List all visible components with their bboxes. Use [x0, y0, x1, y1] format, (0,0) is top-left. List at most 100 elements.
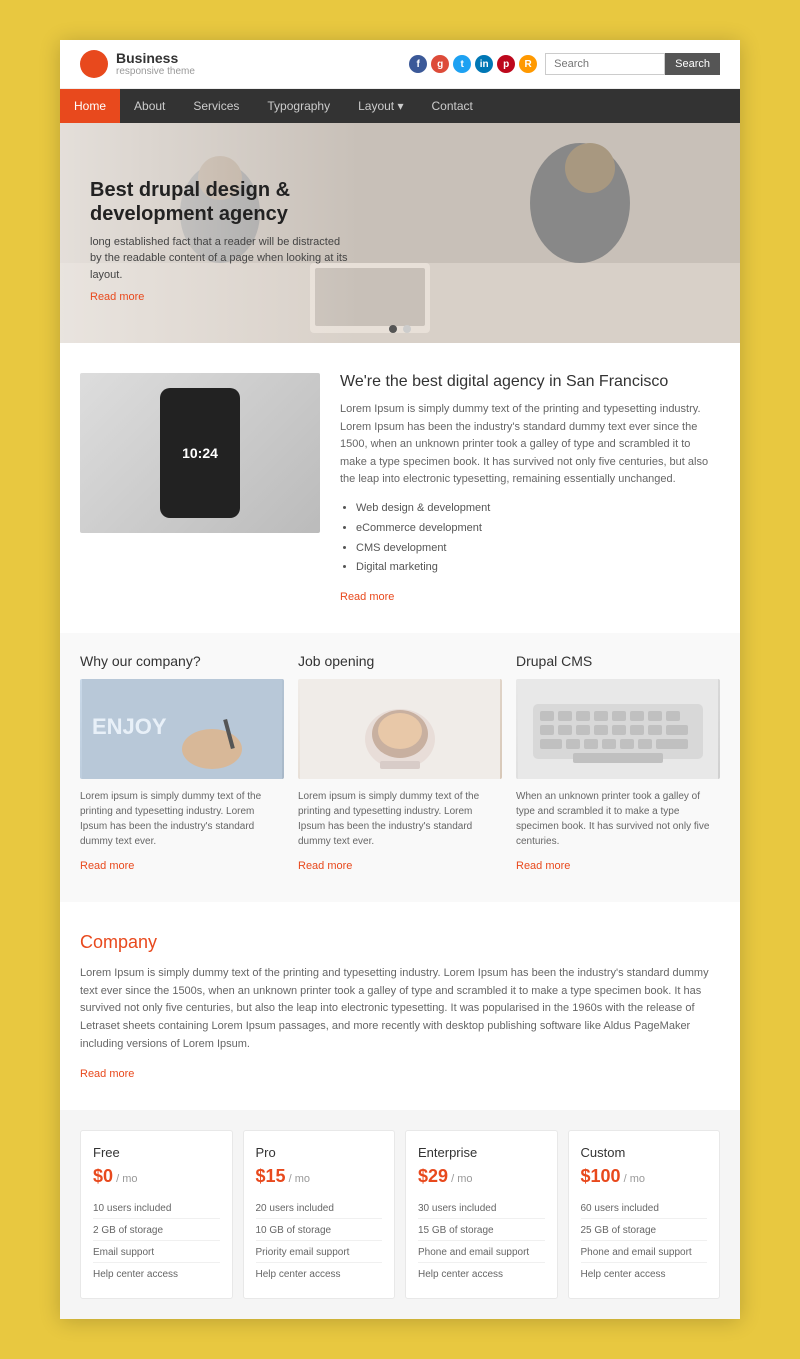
- logo-text: Business responsive theme: [116, 51, 195, 77]
- nav-about[interactable]: About: [120, 89, 179, 123]
- price-feature: Phone and email support: [581, 1240, 708, 1262]
- company-body: Lorem Ipsum is simply dummy text of the …: [80, 965, 720, 1053]
- col-body-1: Lorem ipsum is simply dummy text of the …: [80, 789, 284, 849]
- col-heading-1: Why our company?: [80, 653, 284, 669]
- col-job-opening: Job opening Lorem ipsum is simply dummy …: [298, 653, 502, 872]
- about-list-item: Web design & development: [356, 499, 720, 519]
- company-readmore-link[interactable]: Read more: [80, 1068, 134, 1080]
- about-body: Lorem Ipsum is simply dummy text of the …: [340, 401, 720, 489]
- price-feature: 20 users included: [256, 1197, 383, 1218]
- price-features-enterprise: 30 users included 15 GB of storage Phone…: [418, 1197, 545, 1284]
- hero-slider: Best drupal design & development agency …: [60, 123, 740, 343]
- price-feature: Help center access: [418, 1262, 545, 1284]
- twitter-icon[interactable]: t: [453, 55, 471, 73]
- about-heading: We're the best digital agency in San Fra…: [340, 373, 720, 391]
- price-feature: 15 GB of storage: [418, 1218, 545, 1240]
- about-list-item: eCommerce development: [356, 519, 720, 539]
- price-feature: 10 GB of storage: [256, 1218, 383, 1240]
- page-wrapper: Business responsive theme f g t in p R S…: [60, 40, 740, 1319]
- logo-area: Business responsive theme: [80, 50, 195, 78]
- phone-mockup: 10:24: [160, 388, 240, 518]
- coffee-image: [298, 679, 502, 779]
- price-feature: Help center access: [256, 1262, 383, 1284]
- col-image-1: ENJOY: [80, 679, 284, 779]
- col-readmore-3[interactable]: Read more: [516, 860, 570, 872]
- social-icons: f g t in p R: [409, 55, 537, 73]
- price-period-free: / mo: [113, 1173, 137, 1185]
- logo-sub: responsive theme: [116, 66, 195, 77]
- col-readmore-1[interactable]: Read more: [80, 860, 134, 872]
- price-tier-free: Free: [93, 1145, 220, 1160]
- price-feature: Priority email support: [256, 1240, 383, 1262]
- googleplus-icon[interactable]: g: [431, 55, 449, 73]
- facebook-icon[interactable]: f: [409, 55, 427, 73]
- search-button[interactable]: Search: [665, 53, 720, 75]
- slider-dots: [389, 325, 411, 333]
- price-feature: Phone and email support: [418, 1240, 545, 1262]
- nav-contact[interactable]: Contact: [418, 89, 487, 123]
- about-content: We're the best digital agency in San Fra…: [340, 373, 720, 603]
- nav-home[interactable]: Home: [60, 89, 120, 123]
- enjoy-image: ENJOY: [80, 679, 284, 779]
- price-tier-enterprise: Enterprise: [418, 1145, 545, 1160]
- about-list-item: CMS development: [356, 539, 720, 559]
- hero-title: Best drupal design & development agency: [90, 178, 350, 226]
- nav-typography[interactable]: Typography: [253, 89, 344, 123]
- price-tier-custom: Custom: [581, 1145, 708, 1160]
- about-list-item: Digital marketing: [356, 558, 720, 578]
- hero-description: long established fact that a reader will…: [90, 234, 350, 284]
- site-header: Business responsive theme f g t in p R S…: [60, 40, 740, 89]
- col-readmore-2[interactable]: Read more: [298, 860, 352, 872]
- price-features-pro: 20 users included 10 GB of storage Prior…: [256, 1197, 383, 1284]
- price-card-free: Free $0 / mo 10 users included 2 GB of s…: [80, 1130, 233, 1299]
- about-readmore-link[interactable]: Read more: [340, 591, 394, 603]
- slide-dot-2[interactable]: [403, 325, 411, 333]
- site-nav: Home About Services Typography Layout ▾ …: [60, 89, 740, 123]
- search-input[interactable]: [545, 53, 665, 75]
- price-feature: 30 users included: [418, 1197, 545, 1218]
- header-right: f g t in p R Search: [409, 53, 720, 75]
- price-period-custom: / mo: [621, 1173, 645, 1185]
- price-period-pro: / mo: [286, 1173, 310, 1185]
- hero-overlay: Best drupal design & development agency …: [90, 178, 350, 304]
- price-card-custom: Custom $100 / mo 60 users included 25 GB…: [568, 1130, 721, 1299]
- price-features-custom: 60 users included 25 GB of storage Phone…: [581, 1197, 708, 1284]
- col-heading-3: Drupal CMS: [516, 653, 720, 669]
- price-card-enterprise: Enterprise $29 / mo 30 users included 15…: [405, 1130, 558, 1299]
- price-amount-pro: $15 / mo: [256, 1166, 383, 1187]
- hero-readmore-link[interactable]: Read more: [90, 291, 350, 303]
- price-feature: Help center access: [93, 1262, 220, 1284]
- col-image-2: [298, 679, 502, 779]
- about-image: 10:24: [80, 373, 320, 533]
- logo-icon: [80, 50, 108, 78]
- svg-text:ENJOY: ENJOY: [92, 714, 167, 739]
- nav-services[interactable]: Services: [179, 89, 253, 123]
- company-heading: Company: [80, 932, 720, 953]
- col-why-company: Why our company? ENJOY Lorem ipsum is si…: [80, 653, 284, 872]
- pricing-section: Free $0 / mo 10 users included 2 GB of s…: [60, 1110, 740, 1319]
- price-card-pro: Pro $15 / mo 20 users included 10 GB of …: [243, 1130, 396, 1299]
- logo-main: Business: [116, 51, 195, 66]
- col-image-3: [516, 679, 720, 779]
- price-features-free: 10 users included 2 GB of storage Email …: [93, 1197, 220, 1284]
- linkedin-icon[interactable]: in: [475, 55, 493, 73]
- price-amount-free: $0 / mo: [93, 1166, 220, 1187]
- price-feature: Email support: [93, 1240, 220, 1262]
- price-feature: 10 users included: [93, 1197, 220, 1218]
- about-list: Web design & development eCommerce devel…: [340, 499, 720, 578]
- col-heading-2: Job opening: [298, 653, 502, 669]
- phone-time: 10:24: [182, 445, 218, 461]
- price-feature: 2 GB of storage: [93, 1218, 220, 1240]
- price-period-enterprise: / mo: [448, 1173, 472, 1185]
- nav-layout[interactable]: Layout ▾: [344, 89, 417, 123]
- rss-icon[interactable]: R: [519, 55, 537, 73]
- price-feature: 25 GB of storage: [581, 1218, 708, 1240]
- three-columns: Why our company? ENJOY Lorem ipsum is si…: [60, 633, 740, 902]
- col-body-2: Lorem ipsum is simply dummy text of the …: [298, 789, 502, 849]
- price-feature: Help center access: [581, 1262, 708, 1284]
- slide-dot-1[interactable]: [389, 325, 397, 333]
- pinterest-icon[interactable]: p: [497, 55, 515, 73]
- keyboard-image: [516, 679, 720, 779]
- price-amount-enterprise: $29 / mo: [418, 1166, 545, 1187]
- search-area: Search: [545, 53, 720, 75]
